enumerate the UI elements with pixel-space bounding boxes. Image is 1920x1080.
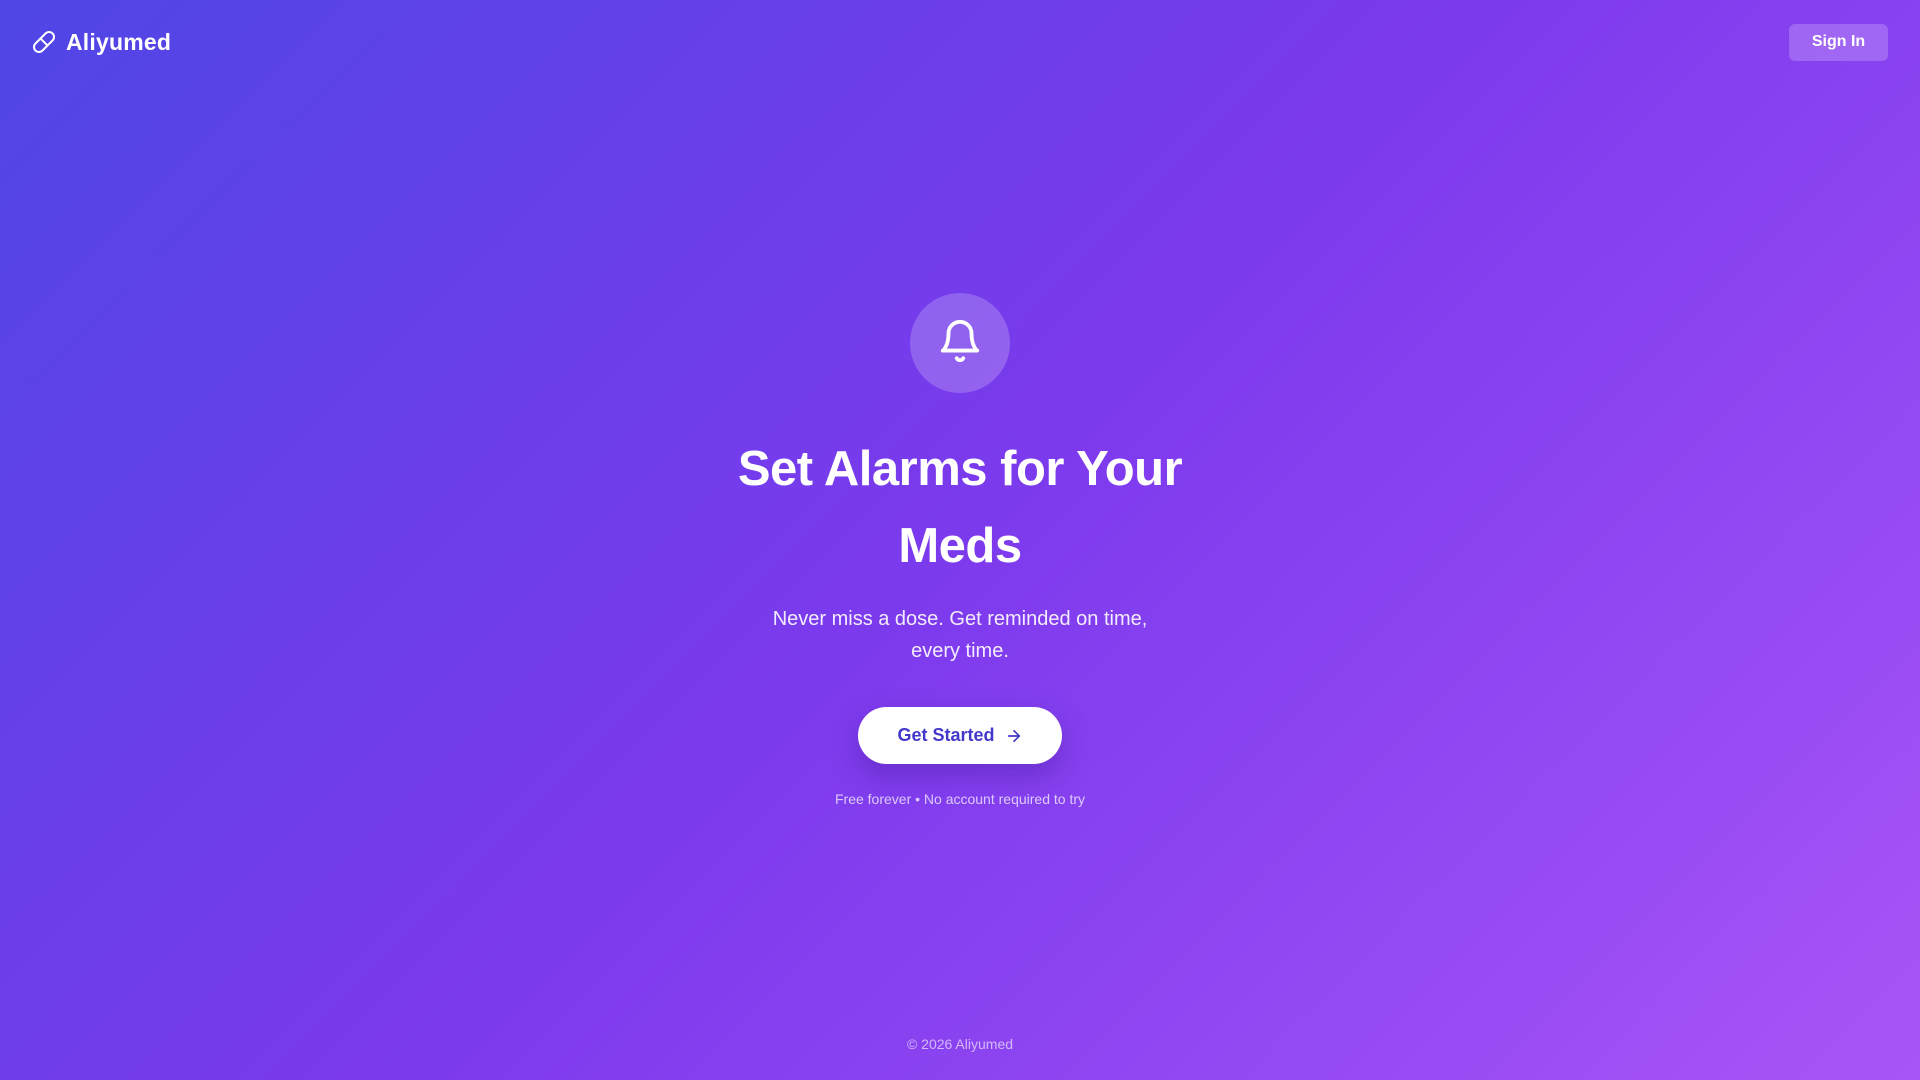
hero-section: Set Alarms for Your Meds Never miss a do… (0, 0, 1920, 1080)
bell-badge (910, 293, 1010, 393)
hero-subtitle: Never miss a dose. Get reminded on time,… (772, 608, 1148, 662)
arrow-right-icon (1005, 727, 1023, 745)
bell-icon (937, 318, 983, 369)
page-title: Set Alarms for Your Meds (737, 442, 1183, 573)
footer-copyright: © 2026 Aliyumed (906, 1036, 1014, 1052)
hero-note: Free forever • No account required to tr… (834, 791, 1085, 807)
get-started-button[interactable]: Get Started (858, 707, 1062, 764)
get-started-label: Get Started (897, 725, 995, 745)
